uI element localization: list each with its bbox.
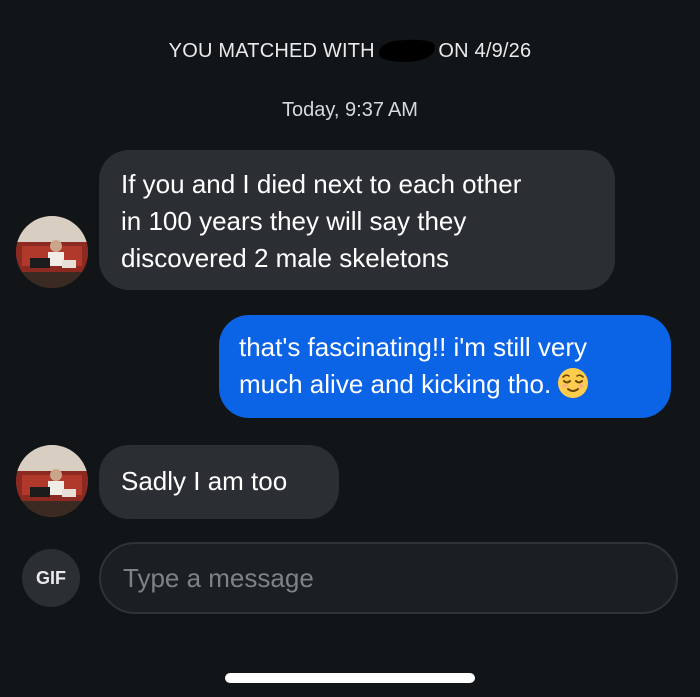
match-date: ON 4/9/26 [438,40,532,62]
home-indicator[interactable] [225,673,475,683]
chat-screen: YOU MATCHED WITH ON 4/9/26 Today, 9:37 A… [0,0,700,697]
avatar[interactable] [16,216,88,288]
message-text-line: discovered 2 male skeletons [121,243,450,273]
outgoing-message-bubble[interactable]: that's fascinating!! i'm still very much… [219,315,671,418]
incoming-message-bubble[interactable]: Sadly I am too [99,445,339,519]
match-prefix: YOU MATCHED WITH [168,40,375,62]
message-text-line: in 100 years they will say they [121,206,467,236]
message-text-line: Sadly I am too [121,466,288,496]
message-text-line: that's fascinating!! i'm still very [239,332,588,362]
relieved-face-emoji-icon [558,368,589,398]
incoming-message-bubble[interactable]: If you and I died next to each other in … [99,150,615,290]
message-text-line: much alive and kicking tho. [239,366,651,403]
avatar-photo [16,445,88,517]
message-input[interactable] [99,542,678,614]
redacted-name [377,38,436,64]
match-banner: YOU MATCHED WITH ON 4/9/26 [0,38,700,64]
avatar[interactable] [16,445,88,517]
avatar-photo [16,216,88,288]
message-timestamp: Today, 9:37 AM [282,99,418,121]
message-text-line: If you and I died next to each other [121,169,522,199]
message-text: much alive and kicking tho. [239,369,552,399]
gif-button[interactable]: GIF [22,549,80,607]
